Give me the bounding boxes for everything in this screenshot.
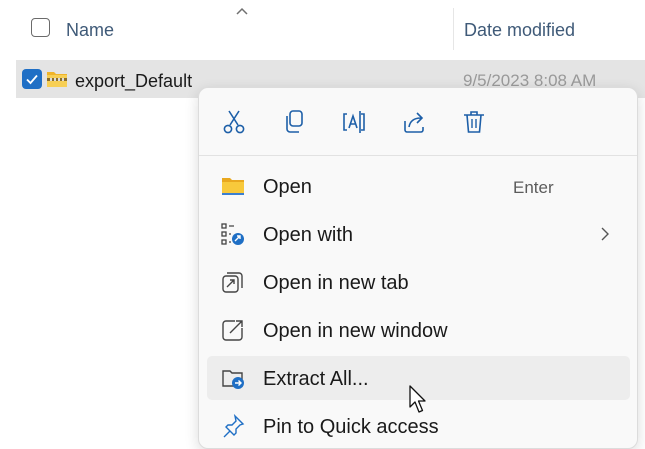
menu-item-open[interactable]: Open Enter bbox=[207, 164, 630, 208]
row-checkbox-checked[interactable] bbox=[22, 69, 42, 89]
open-with-icon bbox=[221, 222, 245, 246]
menu-item-label: Open with bbox=[263, 224, 354, 246]
checkmark-icon bbox=[26, 74, 38, 85]
column-name-header[interactable]: Name bbox=[66, 20, 114, 41]
file-name: export_Default bbox=[75, 71, 193, 91]
toolbar-divider bbox=[199, 155, 637, 156]
copy-button[interactable] bbox=[279, 107, 309, 137]
share-button[interactable] bbox=[399, 107, 429, 137]
zip-folder-icon bbox=[47, 72, 67, 87]
menu-item-shortcut: Enter bbox=[513, 178, 554, 197]
new-window-icon bbox=[221, 318, 245, 342]
menu-item-open-with[interactable]: Open with bbox=[207, 212, 630, 256]
column-header: Name Date modified bbox=[0, 0, 645, 58]
cut-button[interactable] bbox=[219, 107, 249, 137]
column-date-modified-header[interactable]: Date modified bbox=[464, 20, 575, 41]
menu-item-label: Open in new window bbox=[263, 320, 448, 342]
rename-button[interactable] bbox=[339, 107, 369, 137]
pin-icon bbox=[221, 414, 245, 438]
select-all-checkbox[interactable] bbox=[31, 18, 50, 37]
share-icon bbox=[404, 112, 424, 133]
context-menu-toolbar bbox=[199, 88, 637, 155]
scissors-icon bbox=[223, 110, 245, 134]
column-separator[interactable] bbox=[453, 8, 454, 50]
mouse-cursor-icon bbox=[409, 385, 426, 413]
delete-button[interactable] bbox=[459, 107, 489, 137]
new-tab-icon bbox=[221, 270, 245, 294]
menu-item-open-new-tab[interactable]: Open in new tab bbox=[207, 260, 630, 304]
menu-item-label: Open bbox=[263, 176, 312, 198]
trash-icon bbox=[464, 111, 484, 133]
rename-icon bbox=[343, 111, 365, 133]
chevron-right-icon bbox=[601, 227, 609, 241]
menu-item-label: Extract All... bbox=[263, 368, 369, 390]
menu-item-label: Open in new tab bbox=[263, 272, 409, 294]
folder-icon bbox=[221, 174, 245, 198]
menu-item-label: Pin to Quick access bbox=[263, 416, 439, 438]
menu-item-open-new-window[interactable]: Open in new window bbox=[207, 308, 630, 352]
copy-icon bbox=[286, 110, 303, 133]
sort-ascending-icon bbox=[236, 7, 248, 15]
extract-icon bbox=[221, 366, 245, 390]
